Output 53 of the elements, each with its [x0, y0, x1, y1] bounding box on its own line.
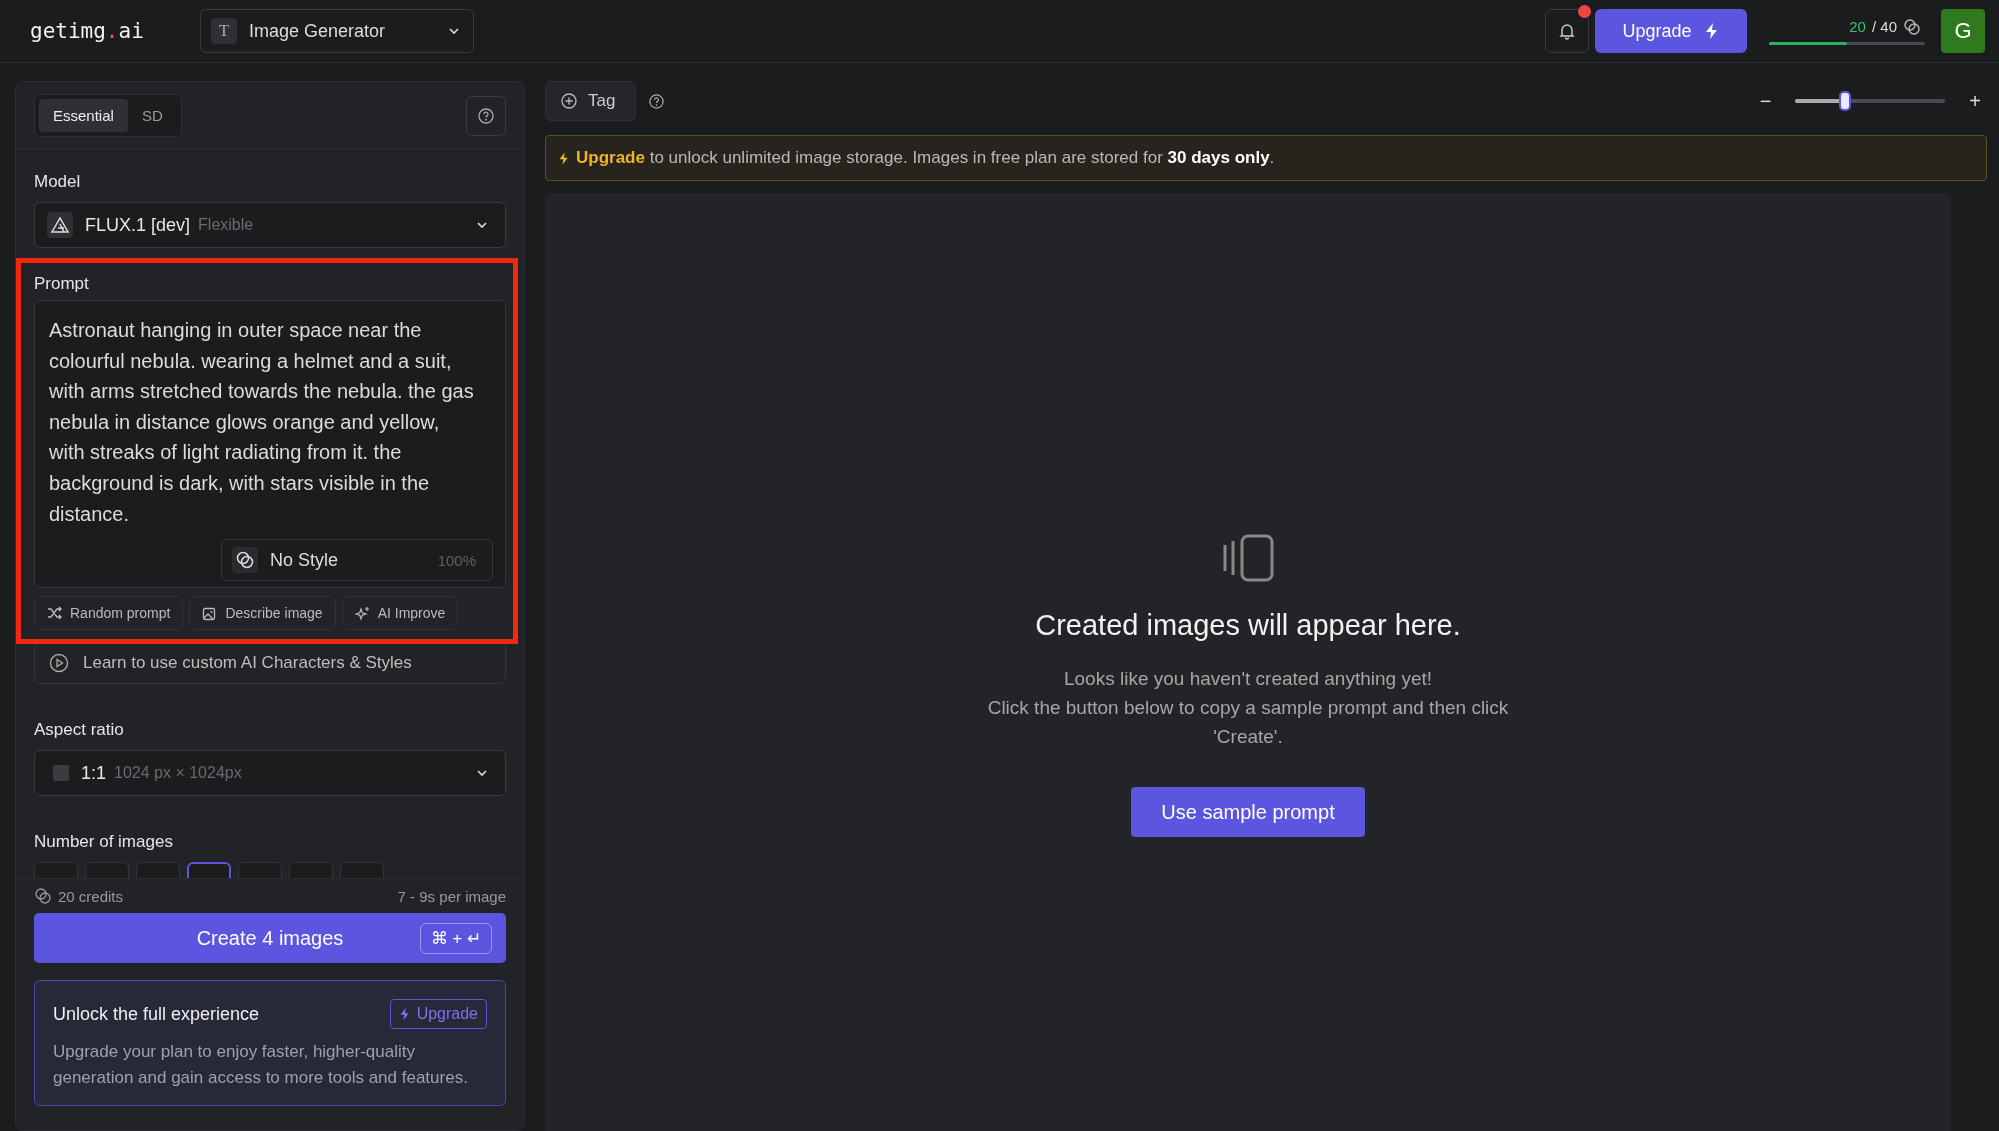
upgrade-button[interactable]: Upgrade: [1595, 9, 1747, 53]
lightning-icon: [398, 1007, 411, 1022]
empty-state-text: Looks like you haven't created anything yet!: [1064, 667, 1432, 691]
field-label: Number of images: [34, 832, 174, 853]
field-label: Aspect ratio: [34, 720, 125, 741]
avatar[interactable]: G: [1941, 9, 1985, 53]
prompt-field[interactable]: Astronaut hanging in outer space near the colourful nebula. wearing a helmet and a suit, with arms stretched towards the nebula. the gas nebula in distance glows orange and yellow, with streaks of light radiating from it. the background is dark, with stars visible in the distance. No Style 100%: [34, 300, 506, 589]
square-icon: [53, 765, 69, 782]
prompt-action-button[interactable]: Random prompt: [34, 596, 184, 631]
card-title: Unlock the full experience: [53, 1003, 260, 1025]
sparkle-icon: [354, 605, 370, 621]
upgrade-button[interactable]: Upgrade: [389, 999, 487, 1030]
zoom-out-button[interactable]: −: [1753, 88, 1778, 114]
banner-text: Upgrade to unlock unlimited image storage. Images in free plan are stored for 30 days only.: [576, 148, 1275, 168]
sample-prompt-button[interactable]: Use sample prompt: [1131, 787, 1365, 837]
tab[interactable]: SD: [127, 99, 177, 132]
tool-select[interactable]: T Image Generator: [200, 9, 474, 53]
tag-button[interactable]: Tag: [545, 81, 637, 121]
coins-icon: [34, 887, 52, 906]
help-icon[interactable]: [648, 92, 666, 110]
shortcut-hint: ⌘ + ↵: [419, 923, 492, 955]
credits-used: 20: [1849, 18, 1866, 35]
aspect-ratio-select[interactable]: 1:1 1024 px × 1024px: [34, 750, 506, 797]
field-label: Prompt: [34, 274, 90, 294]
image-icon: [202, 605, 218, 621]
empty-state-text: Click the button below to copy a sample prompt and then click 'Create'.: [986, 696, 1510, 749]
tutorial-link[interactable]: Learn to use custom AI Characters & Styles: [34, 642, 506, 685]
lightning-icon: [558, 150, 570, 166]
bell-icon: [1558, 22, 1576, 40]
plus-circle-icon: [560, 92, 578, 110]
shuffle-icon: [47, 606, 62, 621]
card-text: Upgrade your plan to enjoy faster, higher-quality generation and gain access to more tools and features.: [53, 1041, 469, 1090]
prompt-action-button[interactable]: Describe image: [189, 596, 336, 631]
prompt-action-button[interactable]: AI Improve: [341, 596, 459, 631]
logo[interactable]: getimg.ai: [30, 19, 170, 43]
circles-icon: [232, 547, 258, 574]
time-estimate: 7 - 9s per image: [397, 887, 506, 905]
model-select[interactable]: FLUX.1 [dev] Flexible: [34, 202, 506, 248]
tab[interactable]: Essential: [39, 99, 128, 132]
credit-cost: 20 credits: [58, 887, 124, 905]
slider-thumb[interactable]: [1838, 91, 1851, 111]
field-label: Model: [34, 172, 82, 192]
credits-total: / 40: [1871, 18, 1897, 35]
zoom-in-button[interactable]: +: [1963, 88, 1987, 114]
lightning-icon: [1703, 22, 1720, 40]
help-button[interactable]: [466, 95, 506, 136]
style-select[interactable]: No Style 100%: [221, 539, 493, 582]
text-tool-icon: T: [211, 18, 237, 44]
coins-icon: [1903, 17, 1921, 36]
help-icon: [477, 106, 495, 125]
empty-state-title: Created images will appear here.: [1035, 609, 1461, 642]
zoom-slider[interactable]: [1795, 91, 1946, 111]
play-icon: [49, 653, 69, 674]
